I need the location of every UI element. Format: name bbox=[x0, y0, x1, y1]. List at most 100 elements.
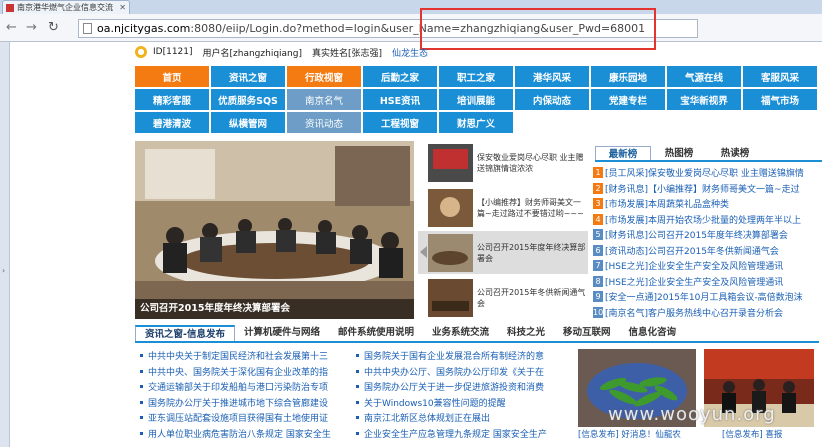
nav-item[interactable]: 优质服务SQS bbox=[211, 89, 285, 110]
thumb-item-active[interactable]: 公司召开2015年度年终决算部署会 bbox=[418, 231, 588, 274]
thumb-item[interactable]: 保安敬业爱岗尽心尽职 业主赠送锦旗情谊浓浓 bbox=[418, 141, 588, 184]
tab-hot-reads[interactable]: 热读榜 bbox=[707, 146, 763, 160]
news-title[interactable]: 亚东调压站配套设施项目获得国有土地使用证 bbox=[148, 411, 328, 424]
tab-latest[interactable]: 最新榜 bbox=[595, 146, 651, 160]
news-item[interactable]: 国务院办公厅关于推进城市地下综合管廊建设 bbox=[140, 395, 352, 411]
info-tab[interactable]: 业务系统交流 bbox=[423, 325, 498, 341]
news-title[interactable]: 用人单位职业病危害防治八条规定 国家安全生 bbox=[148, 427, 331, 440]
back-arrow-icon[interactable]: ← bbox=[6, 20, 17, 35]
news-item[interactable]: 关于Windows10兼容性问题的提醒 bbox=[356, 395, 570, 411]
rank-category[interactable]: [员工风采] bbox=[605, 166, 648, 179]
rank-title[interactable]: 客户服务热线中心召开录音分析会 bbox=[648, 306, 783, 319]
news-title[interactable]: 南京江北新区总体规划正在展出 bbox=[364, 411, 490, 424]
ranking-item[interactable]: 8 [HSE之光] 企业安全生产安全及风险管理通讯 bbox=[593, 274, 822, 290]
ranking-item[interactable]: 10 [南京名气] 客户服务热线中心召开录音分析会 bbox=[593, 305, 822, 321]
news-item[interactable]: 中共中央、国务院关于深化国有企业改革的指 bbox=[140, 364, 352, 380]
nav-item[interactable]: 首页 bbox=[135, 66, 209, 87]
news-title[interactable]: 国务院办公厅关于进一步促进旅游投资和消费 bbox=[364, 380, 544, 393]
news-item[interactable]: 中共中央办公厅、国务院办公厅印发《关于在 bbox=[356, 364, 570, 380]
nav-item[interactable]: 资讯之窗 bbox=[211, 66, 285, 87]
ranking-item[interactable]: 7 [HSE之光] 企业安全生产安全及风险管理通讯 bbox=[593, 258, 822, 274]
news-item[interactable]: 亚东调压站配套设施项目获得国有土地使用证 bbox=[140, 410, 352, 426]
news-title[interactable]: 交通运输部关于印发船舶与港口污染防治专项 bbox=[148, 380, 328, 393]
nav-item[interactable]: 纵横管网 bbox=[211, 112, 285, 133]
news-item[interactable]: 交通运输部关于印发船舶与港口污染防治专项 bbox=[140, 379, 352, 395]
ranking-item[interactable]: 5 [财务讯息] 公司召开2015年度年终决算部署会 bbox=[593, 227, 822, 243]
thumb-item[interactable]: 公司召开2015年冬供新闻通气会 bbox=[418, 276, 588, 319]
nav-item[interactable]: 后勤之家 bbox=[363, 66, 437, 87]
info-tab[interactable]: 计算机硬件与网络 bbox=[235, 325, 329, 341]
news-title[interactable]: 中共中央关于制定国民经济和社会发展第十三 bbox=[148, 349, 328, 362]
rank-category[interactable]: [市场发展] bbox=[605, 213, 648, 226]
close-tab-icon[interactable]: ✕ bbox=[119, 3, 126, 12]
ranking-item[interactable]: 3 [市场发展] 本周蔬菜礼品盒种类 bbox=[593, 196, 822, 212]
expand-arrow-icon[interactable]: › bbox=[2, 266, 5, 275]
news-title[interactable]: 中共中央、国务院关于深化国有企业改革的指 bbox=[148, 365, 328, 378]
ranking-item[interactable]: 2 [财务讯息] 【小编推荐】财务师哥美文一篇~走过 bbox=[593, 181, 822, 197]
news-item[interactable]: 企业安全生产应急管理九条规定 国家安全生产 bbox=[356, 426, 570, 442]
news-title[interactable]: 企业安全生产应急管理九条规定 国家安全生产 bbox=[364, 427, 547, 440]
rank-category[interactable]: [安全一点通] bbox=[605, 290, 657, 303]
rank-title[interactable]: 本周开始农场少批量的处理两年半以上 bbox=[648, 213, 801, 226]
nav-item[interactable]: 康乐园地 bbox=[591, 66, 665, 87]
rank-category[interactable]: [HSE之光] bbox=[605, 259, 648, 272]
news-title[interactable]: 关于Windows10兼容性问题的提醒 bbox=[364, 396, 506, 409]
rank-category[interactable]: [财务讯息] bbox=[605, 228, 648, 241]
nav-item[interactable]: 客服风采 bbox=[743, 66, 817, 87]
nav-item[interactable]: 福气市场 bbox=[743, 89, 817, 110]
rank-title[interactable]: 企业安全生产安全及风险管理通讯 bbox=[648, 275, 783, 288]
rank-title[interactable]: 2015年10月工具箱会议-高倍数泡沫 bbox=[657, 290, 803, 303]
photo-caption-2[interactable]: [信息发布] 喜报 bbox=[722, 428, 782, 440]
thumb-item[interactable]: 【小编推荐】财务师哥美文一篇~走过路过不要错过哟~~~ bbox=[418, 186, 588, 229]
rank-title[interactable]: 本周蔬菜礼品盒种类 bbox=[648, 197, 729, 210]
info-tab[interactable]: 移动互联网 bbox=[554, 325, 620, 341]
nav-item[interactable]: 精彩客服 bbox=[135, 89, 209, 110]
nav-item[interactable]: 党建专栏 bbox=[591, 89, 665, 110]
rank-category[interactable]: [市场发展] bbox=[605, 197, 648, 210]
side-panel-toggle[interactable]: › bbox=[0, 42, 10, 447]
nav-item[interactable]: 财思广义 bbox=[439, 112, 513, 133]
rank-category[interactable]: [HSE之光] bbox=[605, 275, 648, 288]
rank-title[interactable]: 【小编推荐】财务师哥美文一篇~走过 bbox=[648, 182, 800, 195]
rank-category[interactable]: [资讯动态] bbox=[605, 244, 648, 257]
reload-icon[interactable]: ↻ bbox=[48, 20, 59, 35]
nav-item[interactable]: 工程视窗 bbox=[363, 112, 437, 133]
nav-item[interactable]: HSE资讯 bbox=[363, 89, 437, 110]
ranking-item[interactable]: 9 [安全一点通] 2015年10月工具箱会议-高倍数泡沫 bbox=[593, 289, 822, 305]
nav-item[interactable]: 碧港清波 bbox=[135, 112, 209, 133]
rank-category[interactable]: [南京名气] bbox=[605, 306, 648, 319]
ranking-item[interactable]: 1 [员工风采] 保安敬业爱岗尽心尽职 业主赠送锦旗情 bbox=[593, 165, 822, 181]
nav-item[interactable]: 内保动态 bbox=[515, 89, 589, 110]
tab-hot-images[interactable]: 热图榜 bbox=[651, 146, 707, 160]
rank-title[interactable]: 公司召开2015年冬供新闻通气会 bbox=[648, 244, 779, 257]
ranking-item[interactable]: 6 [资讯动态] 公司召开2015年冬供新闻通气会 bbox=[593, 243, 822, 259]
nav-item[interactable]: 气源在线 bbox=[667, 66, 741, 87]
info-tab[interactable]: 邮件系统使用说明 bbox=[329, 325, 423, 341]
nav-item[interactable]: 港华风采 bbox=[515, 66, 589, 87]
news-item[interactable]: 国务院关于国有企业发展混合所有制经济的意 bbox=[356, 348, 570, 364]
news-item[interactable]: 国务院办公厅关于进一步促进旅游投资和消费 bbox=[356, 379, 570, 395]
news-title[interactable]: 国务院关于国有企业发展混合所有制经济的意 bbox=[364, 349, 544, 362]
xianlong-link[interactable]: 仙龙生态 bbox=[392, 46, 428, 59]
news-item[interactable]: 用人单位职业病危害防治八条规定 国家安全生 bbox=[140, 426, 352, 442]
news-title[interactable]: 中共中央办公厅、国务院办公厅印发《关于在 bbox=[364, 365, 544, 378]
info-tab[interactable]: 信息化咨询 bbox=[620, 325, 686, 341]
nav-item[interactable]: 南京名气 bbox=[287, 89, 361, 110]
featured-slideshow[interactable]: 公司召开2015年度年终决算部署会 bbox=[135, 141, 414, 319]
info-tab[interactable]: 科技之光 bbox=[498, 325, 554, 341]
photo-caption-1[interactable]: [信息发布] 好消息！仙龍农 bbox=[578, 428, 681, 440]
rank-title[interactable]: 保安敬业爱岗尽心尽职 业主赠送锦旗情 bbox=[648, 166, 804, 179]
ranking-item[interactable]: 4 [市场发展] 本周开始农场少批量的处理两年半以上 bbox=[593, 212, 822, 228]
nav-item[interactable]: 职工之家 bbox=[439, 66, 513, 87]
nav-item[interactable]: 培训展能 bbox=[439, 89, 513, 110]
news-title[interactable]: 国务院办公厅关于推进城市地下综合管廊建设 bbox=[148, 396, 328, 409]
info-tab[interactable]: 资讯之窗-信息发布 bbox=[135, 325, 235, 341]
nav-item[interactable]: 资讯动态 bbox=[287, 112, 361, 133]
nav-item[interactable]: 行政视窗 bbox=[287, 66, 361, 87]
nav-item[interactable]: 宝华新视界 bbox=[667, 89, 741, 110]
rank-title[interactable]: 公司召开2015年度年终决算部署会 bbox=[648, 228, 788, 241]
forward-arrow-icon[interactable]: → bbox=[26, 20, 37, 35]
news-item[interactable]: 南京江北新区总体规划正在展出 bbox=[356, 410, 570, 426]
rank-title[interactable]: 企业安全生产安全及风险管理通讯 bbox=[648, 259, 783, 272]
browser-tab[interactable]: 南京港华燃气企业信息交流 ✕ bbox=[2, 0, 130, 14]
